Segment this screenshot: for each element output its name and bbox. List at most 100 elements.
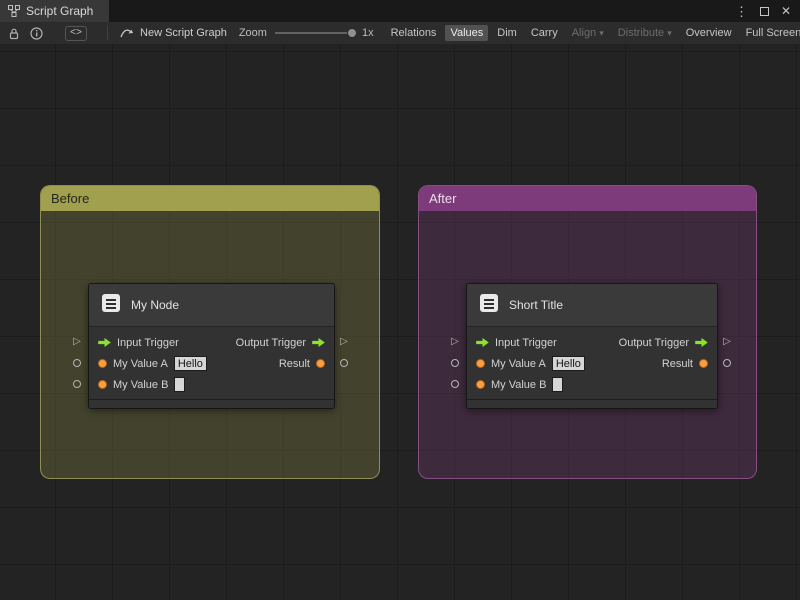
value-a-input[interactable]: Hello xyxy=(551,356,585,371)
output-trigger-label: Output Trigger xyxy=(618,336,689,349)
full-screen-button[interactable]: Full Screen xyxy=(741,25,800,41)
align-button-label: Align xyxy=(571,27,597,39)
result-label: Result xyxy=(278,357,310,370)
close-icon[interactable]: ✕ xyxy=(781,5,791,17)
result-port-icon[interactable] xyxy=(316,359,325,368)
node-ports: Input Trigger Output Trigger My Value A … xyxy=(89,327,334,399)
graph-asset-icon xyxy=(120,27,134,39)
group-before-header[interactable]: Before xyxy=(41,186,379,211)
chevron-down-icon: ▾ xyxy=(599,28,604,38)
graph-canvas[interactable]: Before After My Node Input Trigger Outpu… xyxy=(0,44,800,600)
external-value-input-port[interactable] xyxy=(448,373,462,394)
node-footer xyxy=(89,399,334,408)
window-controls: ⋮ ✕ xyxy=(735,5,800,18)
chevron-down-icon: ▾ xyxy=(667,28,672,38)
triangle-port-icon: ▷ xyxy=(451,335,459,347)
lock-icon[interactable] xyxy=(8,27,20,40)
value-b-port-icon[interactable] xyxy=(476,380,485,389)
external-trigger-output-port[interactable]: ▷ xyxy=(337,331,351,352)
maximize-icon[interactable] xyxy=(759,6,769,16)
external-trigger-input-port[interactable]: ▷ xyxy=(448,331,462,352)
tab-bar: Script Graph ⋮ ✕ xyxy=(0,0,800,22)
trigger-row: Input Trigger Output Trigger xyxy=(89,332,334,353)
output-trigger-port-icon[interactable] xyxy=(695,338,708,347)
info-icon[interactable] xyxy=(30,26,43,40)
group-before-label: Before xyxy=(51,191,90,206)
node-icon xyxy=(478,292,500,319)
code-view-icon[interactable]: <> xyxy=(65,25,88,41)
node-title: Short Title xyxy=(509,298,564,312)
node-external-input-ports: ▷ xyxy=(448,331,462,394)
value-a-label: My Value A xyxy=(113,357,168,370)
zoom-slider-handle[interactable] xyxy=(346,28,357,38)
triangle-port-icon: ▷ xyxy=(73,335,81,347)
value-a-input[interactable]: Hello xyxy=(173,356,207,371)
node-footer xyxy=(467,399,717,408)
graph-name-label[interactable]: New Script Graph xyxy=(140,27,227,39)
result-port-icon[interactable] xyxy=(699,359,708,368)
result-label: Result xyxy=(661,357,693,370)
node-external-output-ports: ▷ xyxy=(720,331,734,373)
ring-port-icon xyxy=(451,358,459,367)
external-value-input-port[interactable] xyxy=(448,352,462,373)
script-graph-window: Script Graph ⋮ ✕ <> New Script Graph Zoo… xyxy=(0,0,800,600)
node-header[interactable]: Short Title xyxy=(467,284,717,327)
values-button[interactable]: Values xyxy=(445,25,489,41)
node-title: My Node xyxy=(131,298,180,312)
ring-port-icon xyxy=(723,358,731,367)
node-short-title[interactable]: Short Title Input Trigger Output Trigger xyxy=(466,283,718,409)
value-b-label: My Value B xyxy=(113,378,169,391)
output-trigger-port-icon[interactable] xyxy=(312,338,325,347)
value-b-port-icon[interactable] xyxy=(98,380,107,389)
node-header[interactable]: My Node xyxy=(89,284,334,327)
relations-button[interactable]: Relations xyxy=(386,25,442,41)
external-value-input-port[interactable] xyxy=(70,352,84,373)
value-a-port-icon[interactable] xyxy=(98,359,107,368)
zoom-label: Zoom xyxy=(238,27,267,39)
distribute-button[interactable]: Distribute ▾ xyxy=(613,25,677,41)
external-trigger-input-port[interactable]: ▷ xyxy=(70,331,84,352)
value-b-input[interactable] xyxy=(174,377,186,392)
dim-button[interactable]: Dim xyxy=(492,25,522,41)
triangle-port-icon: ▷ xyxy=(723,335,731,347)
external-trigger-output-port[interactable]: ▷ xyxy=(720,331,734,352)
input-trigger-label: Input Trigger xyxy=(495,336,557,349)
external-value-output-port[interactable] xyxy=(337,352,351,373)
zoom-slider[interactable] xyxy=(274,27,357,39)
node-ports: Input Trigger Output Trigger My Value A … xyxy=(467,327,717,399)
value-a-label: My Value A xyxy=(491,357,546,370)
triangle-port-icon: ▷ xyxy=(340,335,348,347)
tab-title: Script Graph xyxy=(26,4,94,18)
value-b-row: My Value B xyxy=(89,374,334,395)
overview-button[interactable]: Overview xyxy=(681,25,737,41)
zoom-value: 1x xyxy=(361,27,374,39)
node-my-node[interactable]: My Node Input Trigger Output Trigger My … xyxy=(88,283,335,409)
graph-toolbar: <> New Script Graph Zoom 1x Relations Va… xyxy=(0,22,800,45)
node-external-input-ports: ▷ xyxy=(70,331,84,394)
external-value-output-port[interactable] xyxy=(720,352,734,373)
value-a-port-icon[interactable] xyxy=(476,359,485,368)
value-b-label: My Value B xyxy=(491,378,547,391)
input-trigger-port-icon[interactable] xyxy=(476,338,489,347)
ring-port-icon xyxy=(451,379,459,388)
value-a-row: My Value A Hello Result xyxy=(89,353,334,374)
align-button[interactable]: Align ▾ xyxy=(567,25,609,41)
distribute-button-label: Distribute xyxy=(617,27,665,39)
value-b-input[interactable] xyxy=(552,377,564,392)
ring-port-icon xyxy=(340,358,348,367)
window-menu-icon[interactable]: ⋮ xyxy=(735,5,748,18)
group-after-header[interactable]: After xyxy=(419,186,756,211)
node-icon xyxy=(100,292,122,319)
input-trigger-label: Input Trigger xyxy=(117,336,179,349)
value-b-row: My Value B xyxy=(467,374,717,395)
script-graph-tab-icon xyxy=(8,5,20,17)
ring-port-icon xyxy=(73,358,81,367)
tab-script-graph[interactable]: Script Graph xyxy=(0,0,110,22)
output-trigger-label: Output Trigger xyxy=(235,336,306,349)
group-after-label: After xyxy=(429,191,457,206)
carry-button[interactable]: Carry xyxy=(526,25,563,41)
value-a-row: My Value A Hello Result xyxy=(467,353,717,374)
input-trigger-port-icon[interactable] xyxy=(98,338,111,347)
external-value-input-port[interactable] xyxy=(70,373,84,394)
zoom-slider-track xyxy=(274,32,357,34)
